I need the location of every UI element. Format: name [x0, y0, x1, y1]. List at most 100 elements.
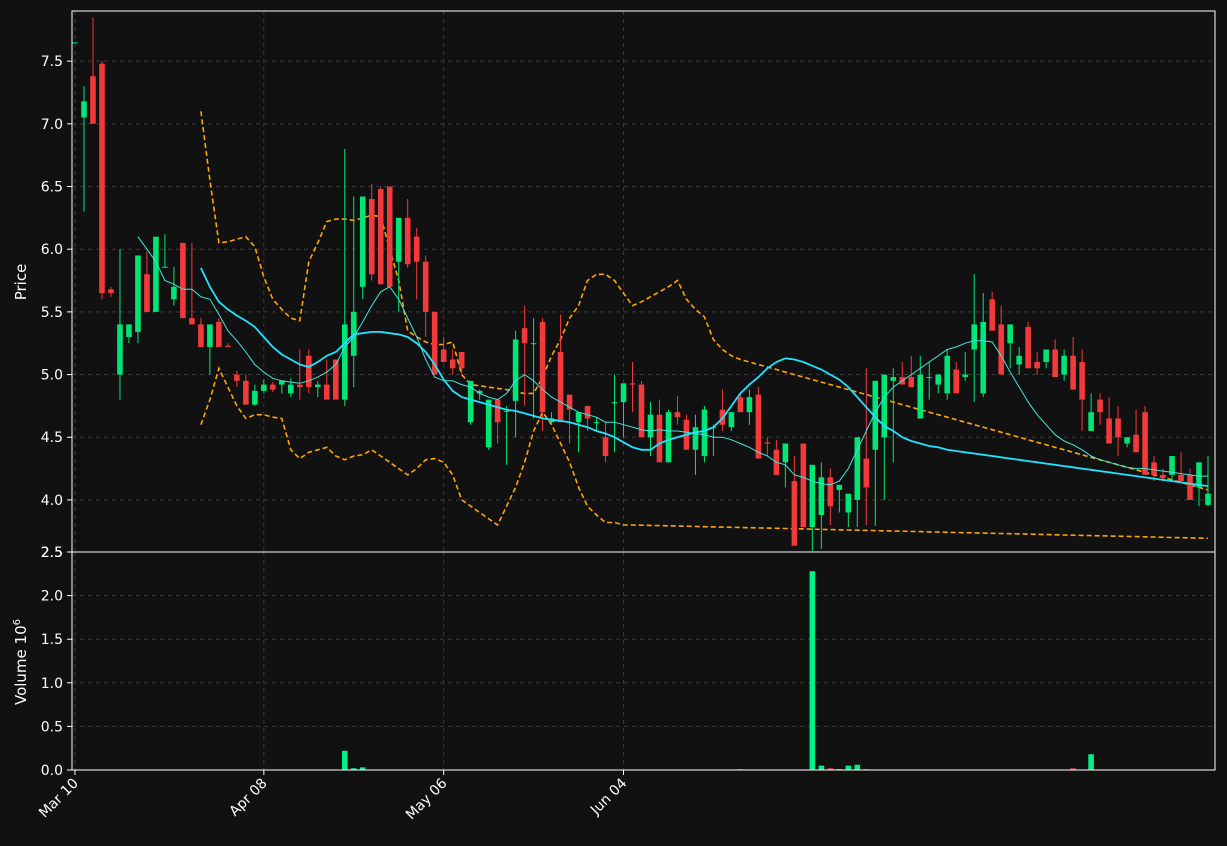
candle-body [189, 318, 195, 325]
candle-body [782, 443, 789, 463]
candle-body [611, 402, 618, 404]
candle-body [809, 464, 816, 528]
candle-body [368, 199, 375, 275]
candle-body [665, 412, 672, 463]
volume-tick-label: 0.5 [41, 719, 63, 735]
candle-body [144, 274, 150, 312]
candle-body [306, 355, 312, 388]
candle-body [1106, 418, 1112, 444]
candle-body [1124, 437, 1130, 444]
candle-body [261, 384, 267, 391]
price-tick-label: 4.5 [41, 430, 63, 446]
candle-body [135, 255, 141, 332]
volume-tick-label: 0.0 [41, 763, 63, 779]
candle-body [323, 384, 330, 400]
volume-bar [845, 765, 852, 770]
candle-body [458, 351, 465, 369]
volume-bar [809, 571, 816, 770]
candle-body [1187, 474, 1193, 500]
candle-body [971, 324, 977, 350]
candle-body [1097, 399, 1103, 413]
candle-body [863, 458, 870, 488]
candle-body [980, 321, 986, 394]
candle-body [557, 351, 564, 423]
candle-body [728, 412, 735, 428]
candle-body [791, 481, 798, 546]
price-tick-label: 7.0 [41, 117, 63, 133]
candle-body [800, 443, 807, 528]
candle-body [162, 266, 168, 268]
volume-tick-label: 1.0 [41, 676, 63, 692]
candle-body [944, 355, 951, 394]
candle-body [99, 63, 105, 294]
candle-body [935, 374, 942, 385]
candle-body [962, 374, 969, 378]
price-tick-label: 4.0 [41, 493, 63, 509]
price-tick-label: 5.0 [41, 368, 63, 384]
candle-body [198, 324, 204, 347]
candle-body [917, 374, 924, 419]
candle-body [234, 374, 240, 381]
candle-body [989, 299, 995, 331]
candle-body [530, 343, 537, 345]
price-tick-label: 6.0 [41, 242, 63, 258]
candle-body [1151, 462, 1157, 475]
candle-body [270, 384, 276, 390]
candle-body [90, 76, 96, 124]
volume-tick-label: 2.5 [41, 545, 63, 561]
volume-tick-label: 2.0 [41, 589, 63, 605]
candle-body [575, 412, 582, 423]
candle-body [359, 196, 366, 287]
candle-body [1052, 349, 1058, 378]
candle-body [422, 261, 429, 312]
candle-body [1079, 362, 1085, 400]
candle-body [512, 339, 519, 401]
candle-body [503, 410, 510, 412]
candle-body [108, 289, 114, 294]
candle-body [395, 217, 402, 262]
candle-body [1133, 434, 1139, 453]
price-tick-label: 7.5 [41, 54, 63, 70]
candle-body [440, 349, 447, 363]
price-tick-label: 5.5 [41, 305, 63, 321]
candle-body [377, 189, 384, 285]
volume-bar [1088, 754, 1094, 770]
candle-body [890, 377, 897, 381]
candle-body [1196, 462, 1202, 488]
price-tick-label: 6.5 [41, 180, 63, 196]
volume-bar [854, 764, 861, 770]
candle-body [602, 437, 609, 457]
candle-body [953, 369, 960, 394]
candle-body [521, 328, 528, 344]
candle-body [314, 384, 321, 388]
candle-body [81, 101, 87, 118]
candle-body [998, 324, 1004, 375]
volume-bar [341, 750, 348, 770]
candle-body [1070, 355, 1076, 390]
candle-body [413, 236, 420, 262]
candle-body [341, 324, 348, 400]
candle-body [72, 42, 78, 44]
candle-body [827, 477, 834, 507]
candle-body [674, 412, 681, 418]
candle-body [1142, 412, 1148, 475]
price-axis-label: Price [12, 264, 30, 301]
candle-body [701, 409, 708, 457]
volume-axis-label: Volume 106 [12, 619, 30, 705]
candle-body [225, 345, 231, 347]
candle-body [117, 324, 123, 375]
candle-body [1043, 349, 1049, 363]
candle-body [584, 405, 591, 419]
candle-body [126, 324, 132, 337]
candle-body [171, 286, 177, 300]
candle-body [1205, 493, 1211, 505]
candle-body [485, 399, 492, 448]
candle-body [1025, 326, 1031, 369]
candle-body [926, 377, 933, 379]
stock-chart: 2.5 4.0 4.5 5.0 5.5 6.0 6.5 7.0 7.5 0.0 0.5 1.0 1.5 2… [0, 0, 1227, 842]
candle-body [1007, 324, 1013, 344]
candle-body [746, 397, 753, 413]
candle-body [737, 397, 744, 413]
candle-body [1061, 355, 1067, 375]
candle-body [404, 217, 411, 265]
